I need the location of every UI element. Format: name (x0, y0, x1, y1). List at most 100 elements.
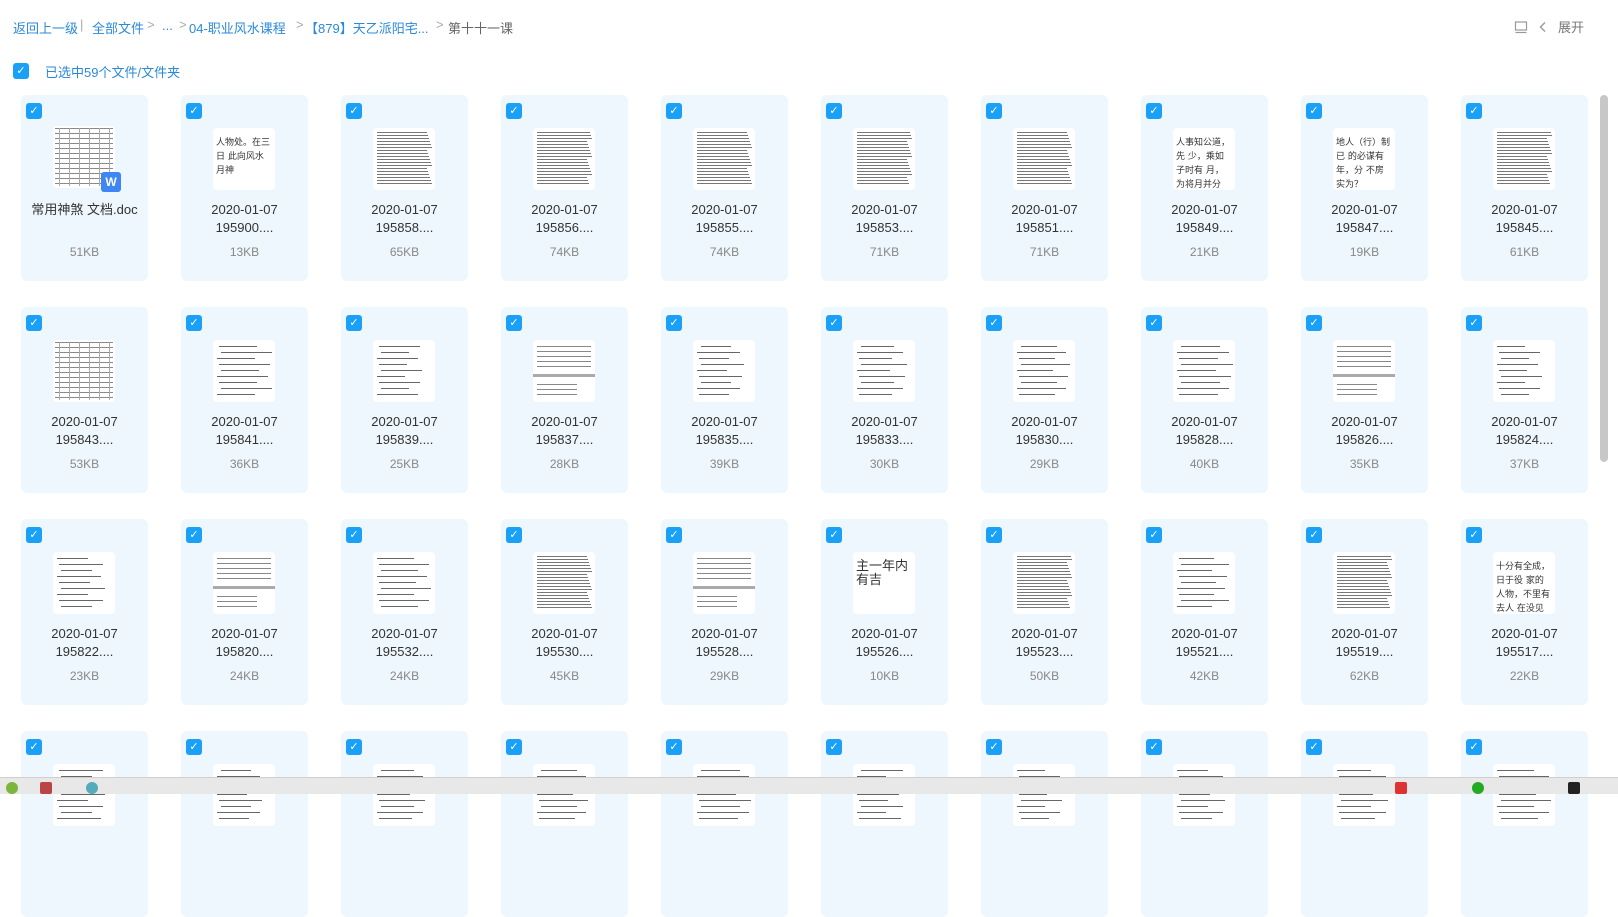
file-card[interactable]: ✓ 人物处。在三日 此向风水月神 2020-01-07 195900.... 13KB (181, 95, 308, 281)
file-checkbox[interactable]: ✓ (1466, 103, 1482, 119)
file-checkbox[interactable]: ✓ (1146, 103, 1162, 119)
file-name[interactable]: 2020-01-07 195826.... (1305, 413, 1424, 449)
file-checkbox[interactable]: ✓ (666, 315, 682, 331)
file-checkbox[interactable]: ✓ (186, 739, 202, 755)
file-checkbox[interactable]: ✓ (826, 103, 842, 119)
file-checkbox[interactable]: ✓ (666, 527, 682, 543)
file-name[interactable]: 2020-01-07 195526.... (825, 625, 944, 661)
file-card[interactable]: ✓ 2020-01-07 195845.... 61KB (1461, 95, 1588, 281)
file-name[interactable]: 2020-01-07 195835.... (665, 413, 784, 449)
file-card[interactable]: ✓ 2020-01-07 195532.... 24KB (341, 519, 468, 705)
file-card[interactable]: ✓ 2020-01-07 195856.... 74KB (501, 95, 628, 281)
file-card[interactable]: ✓ (661, 731, 788, 917)
file-card[interactable]: ✓ 2020-01-07 195523.... 50KB (981, 519, 1108, 705)
file-checkbox[interactable]: ✓ (506, 527, 522, 543)
file-card[interactable]: ✓ 2020-01-07 195519.... 62KB (1301, 519, 1428, 705)
file-checkbox[interactable]: ✓ (186, 315, 202, 331)
file-name[interactable]: 2020-01-07 195521.... (1145, 625, 1264, 661)
taskbar-app-icon[interactable] (40, 782, 52, 794)
file-name[interactable]: 2020-01-07 195528.... (665, 625, 784, 661)
file-card[interactable]: ✓ (181, 731, 308, 917)
file-checkbox[interactable]: ✓ (1306, 527, 1322, 543)
file-checkbox[interactable]: ✓ (986, 315, 1002, 331)
file-name[interactable]: 2020-01-07 195523.... (985, 625, 1104, 661)
file-name[interactable]: 2020-01-07 195837.... (505, 413, 624, 449)
file-card[interactable]: ✓ 十分有全成，日于役 家的人物，不里有去人 在没见之，则在出现 2020-01-0… (1461, 519, 1588, 705)
file-name[interactable]: 2020-01-07 195849.... (1145, 201, 1264, 237)
file-name[interactable]: 2020-01-07 195833.... (825, 413, 944, 449)
file-name[interactable]: 2020-01-07 195841.... (185, 413, 304, 449)
file-checkbox[interactable]: ✓ (666, 739, 682, 755)
file-checkbox[interactable]: ✓ (186, 527, 202, 543)
file-checkbox[interactable]: ✓ (1146, 527, 1162, 543)
file-card[interactable]: ✓ 2020-01-07 195830.... 29KB (981, 307, 1108, 493)
file-checkbox[interactable]: ✓ (826, 739, 842, 755)
file-card[interactable]: ✓ 2020-01-07 195853.... 71KB (821, 95, 948, 281)
file-checkbox[interactable]: ✓ (986, 103, 1002, 119)
file-name[interactable]: 2020-01-07 195532.... (345, 625, 464, 661)
file-name[interactable]: 2020-01-07 195843.... (25, 413, 144, 449)
file-checkbox[interactable]: ✓ (26, 103, 42, 119)
file-card[interactable]: ✓ 地人（行）制已 的必谋有年，分 不房实为？ 2020-01-07 195847.… (1301, 95, 1428, 281)
file-card[interactable]: ✓ (1301, 731, 1428, 917)
file-checkbox[interactable]: ✓ (1306, 103, 1322, 119)
file-card[interactable]: ✓ 2020-01-07 195837.... 28KB (501, 307, 628, 493)
file-card[interactable]: ✓ 2020-01-07 195855.... 74KB (661, 95, 788, 281)
file-name[interactable]: 2020-01-07 195845.... (1465, 201, 1584, 237)
taskbar-tray-icon[interactable] (1395, 782, 1407, 794)
file-checkbox[interactable]: ✓ (506, 315, 522, 331)
file-name[interactable]: 2020-01-07 195830.... (985, 413, 1104, 449)
file-card[interactable]: ✓ (981, 731, 1108, 917)
file-card[interactable]: ✓ 2020-01-07 195521.... 42KB (1141, 519, 1268, 705)
file-card[interactable]: ✓ 2020-01-07 195858.... 65KB (341, 95, 468, 281)
file-checkbox[interactable]: ✓ (506, 103, 522, 119)
file-checkbox[interactable]: ✓ (1306, 739, 1322, 755)
file-name[interactable]: 常用神煞 文档.doc (25, 201, 144, 219)
file-checkbox[interactable]: ✓ (1466, 527, 1482, 543)
file-checkbox[interactable]: ✓ (1146, 315, 1162, 331)
file-name[interactable]: 2020-01-07 195856.... (505, 201, 624, 237)
file-card[interactable]: ✓ 2020-01-07 195822.... 23KB (21, 519, 148, 705)
taskbar-app-icon[interactable] (6, 782, 18, 794)
file-card[interactable]: ✓ 2020-01-07 195530.... 45KB (501, 519, 628, 705)
file-checkbox[interactable]: ✓ (346, 315, 362, 331)
file-card[interactable]: ✓ (501, 731, 628, 917)
file-name[interactable]: 2020-01-07 195853.... (825, 201, 944, 237)
file-name[interactable]: 2020-01-07 195855.... (665, 201, 784, 237)
file-name[interactable]: 2020-01-07 195824.... (1465, 413, 1584, 449)
taskbar-app-icon[interactable] (86, 782, 98, 794)
file-card[interactable]: ✓ 2020-01-07 195828.... 40KB (1141, 307, 1268, 493)
file-card[interactable]: ✓ 主一年内有吉 2020-01-07 195526.... 10KB (821, 519, 948, 705)
file-checkbox[interactable]: ✓ (26, 739, 42, 755)
file-card[interactable]: ✓ 2020-01-07 195824.... 37KB (1461, 307, 1588, 493)
file-name[interactable]: 2020-01-07 195858.... (345, 201, 464, 237)
taskbar-tray-icon[interactable] (1568, 782, 1580, 794)
file-checkbox[interactable]: ✓ (346, 739, 362, 755)
taskbar-tray-icon[interactable] (1472, 782, 1484, 794)
file-card[interactable]: ✓ 2020-01-07 195820.... 24KB (181, 519, 308, 705)
file-card[interactable]: ✓ 2020-01-07 195841.... 36KB (181, 307, 308, 493)
file-card[interactable]: ✓ W 常用神煞 文档.doc 51KB (21, 95, 148, 281)
file-name[interactable]: 2020-01-07 195822.... (25, 625, 144, 661)
file-card[interactable]: ✓ (821, 731, 948, 917)
file-checkbox[interactable]: ✓ (26, 315, 42, 331)
file-name[interactable]: 2020-01-07 195519.... (1305, 625, 1424, 661)
file-card[interactable]: ✓ 2020-01-07 195843.... 53KB (21, 307, 148, 493)
file-card[interactable]: ✓ 人事知公道，先 少，乘如子时有 月，为将月并分 2020-01-07 19584… (1141, 95, 1268, 281)
file-name[interactable]: 2020-01-07 195851.... (985, 201, 1104, 237)
file-name[interactable]: 2020-01-07 195828.... (1145, 413, 1264, 449)
file-checkbox[interactable]: ✓ (826, 315, 842, 331)
file-checkbox[interactable]: ✓ (666, 103, 682, 119)
file-card[interactable]: ✓ 2020-01-07 195839.... 25KB (341, 307, 468, 493)
file-name[interactable]: 2020-01-07 195847.... (1305, 201, 1424, 237)
file-name[interactable]: 2020-01-07 195839.... (345, 413, 464, 449)
file-card[interactable]: ✓ (1141, 731, 1268, 917)
file-checkbox[interactable]: ✓ (1466, 739, 1482, 755)
file-checkbox[interactable]: ✓ (986, 739, 1002, 755)
file-name[interactable]: 2020-01-07 195820.... (185, 625, 304, 661)
file-card[interactable]: ✓ 2020-01-07 195826.... 35KB (1301, 307, 1428, 493)
file-card[interactable]: ✓ (341, 731, 468, 917)
file-checkbox[interactable]: ✓ (826, 527, 842, 543)
file-card[interactable]: ✓ 2020-01-07 195528.... 29KB (661, 519, 788, 705)
file-name[interactable]: 2020-01-07 195517.... (1465, 625, 1584, 661)
